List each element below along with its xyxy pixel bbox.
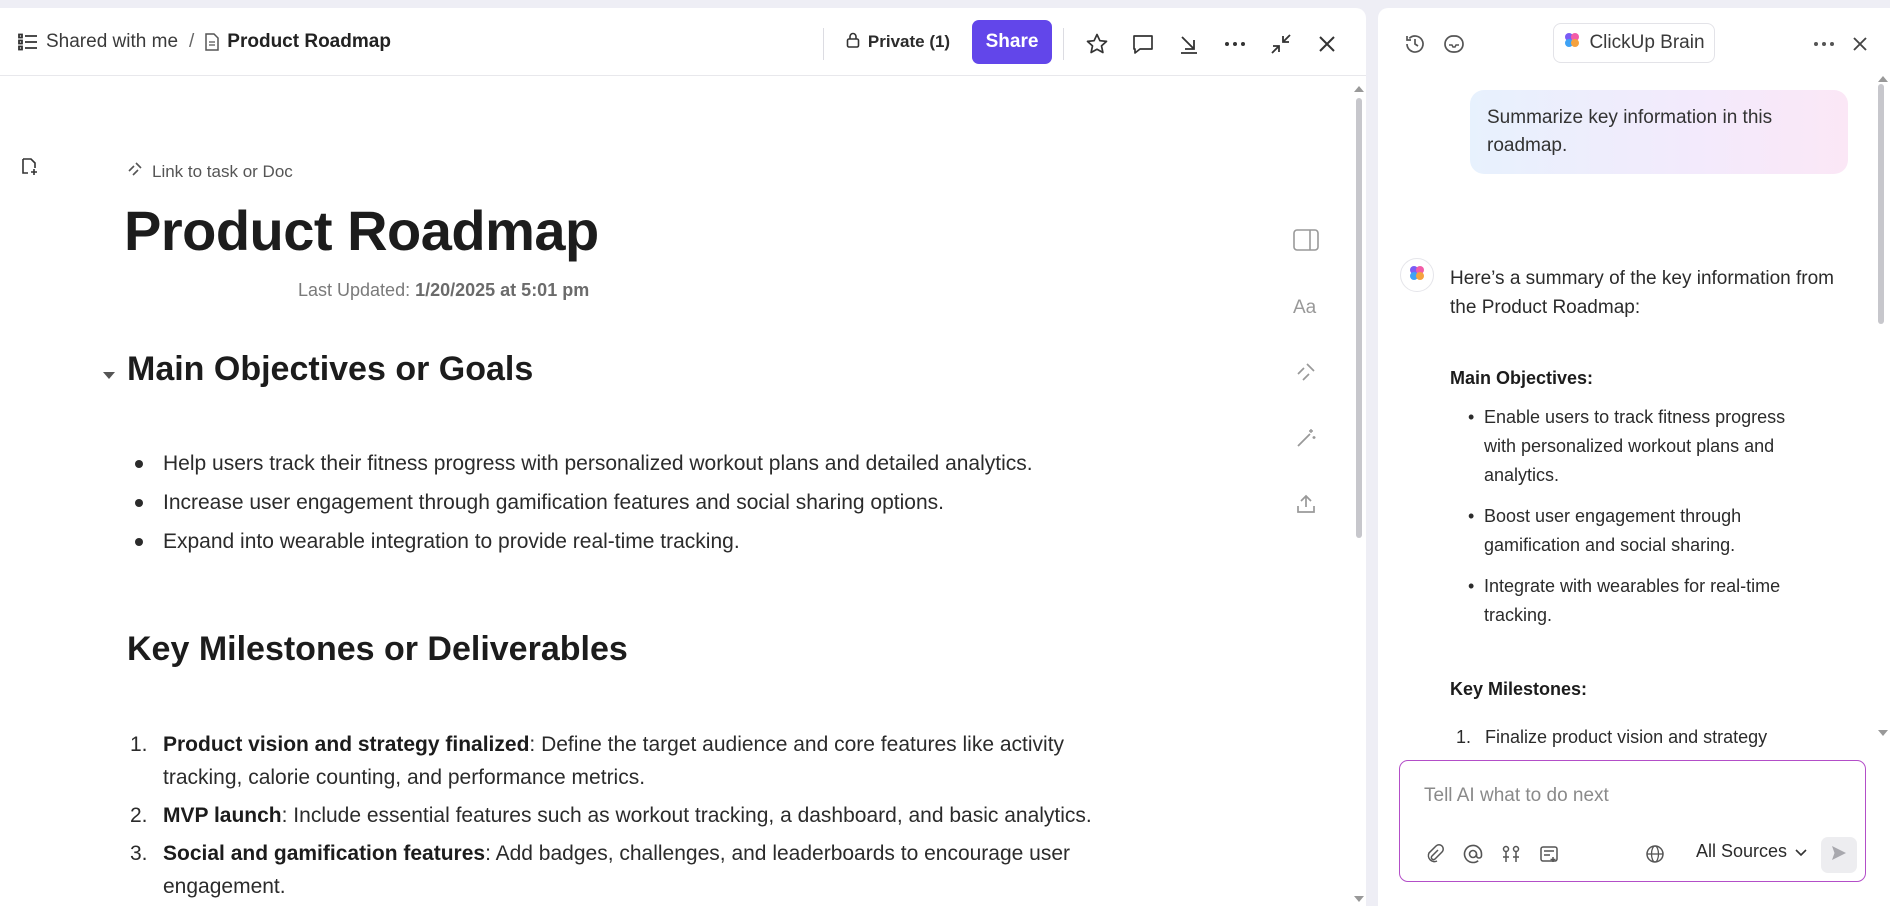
collapse-toggle-icon[interactable] [103,372,115,379]
ai-objectives-list: Enable users to track fitness progress w… [1468,403,1818,642]
more-icon[interactable] [1223,32,1247,56]
page-link-icon[interactable] [18,156,40,178]
divider [823,28,824,60]
ai-input-box: All Sources [1399,760,1866,882]
private-label: Private (1) [867,32,951,51]
upload-icon[interactable] [1292,490,1320,518]
ai-objectives-heading: Main Objectives: [1450,368,1594,388]
list-number: 2. [130,804,148,827]
ai-panel: ClickUp Brain Summarize key information … [1378,8,1890,906]
clickup-brain-badge[interactable]: ClickUp Brain [1553,23,1715,63]
list-number: 1. [130,733,148,756]
send-icon [1830,844,1848,867]
ai-avatar [1400,258,1434,292]
svg-text:Aa: Aa [1293,297,1317,317]
private-button[interactable]: Private (1) [843,20,953,64]
share-button[interactable]: Share [972,20,1052,64]
doc-title[interactable]: Product Roadmap [124,198,599,263]
attachment-icon[interactable] [1424,843,1446,865]
breadcrumb-separator: / [189,31,195,52]
last-updated: Last Updated: 1/20/2025 at 5:01 pm [298,280,589,301]
close-icon[interactable] [1848,32,1872,56]
breadcrumb-parent[interactable]: Shared with me [46,31,178,53]
ai-milestones-heading: Key Milestones: [1450,679,1588,699]
sources-label: All Sources [1696,841,1788,861]
brain-logo-icon [1563,31,1581,55]
list-item[interactable]: Expand into wearable integration to prov… [135,526,1033,565]
doc-topbar: Shared with me / Product Roadmap Private… [0,8,1366,76]
send-button[interactable] [1821,837,1857,873]
milestones-list: 1. Product vision and strategy finalized… [130,728,1130,906]
section-heading-goals[interactable]: Main Objectives or Goals [127,350,533,389]
ai-response-intro: Here’s a summary of the key information … [1450,268,1835,318]
list-item[interactable]: 3. Social and gamification features: Add… [130,837,1130,903]
last-updated-label: Last Updated: [298,280,411,300]
minimize-icon[interactable] [1269,32,1293,56]
list-item[interactable]: 2. MVP launch: Include essential feature… [130,799,1130,832]
typography-icon[interactable]: Aa [1292,292,1320,320]
mention-icon[interactable] [1462,843,1484,865]
link-to-task-button[interactable]: Link to task or Doc [126,160,293,183]
scroll-down-icon[interactable] [1354,896,1364,902]
doc-scrollbar[interactable] [1354,84,1364,906]
doc-icon [205,33,220,51]
breadcrumb-current[interactable]: Product Roadmap [227,31,391,53]
milestone-title: MVP launch [163,804,282,827]
section-heading-milestones[interactable]: Key Milestones or Deliverables [127,630,628,669]
breadcrumb: Shared with me / Product Roadmap [18,28,391,56]
lock-icon [846,32,860,53]
link-icon [126,160,144,183]
list-item: Integrate with wearables for real-time t… [1468,572,1818,630]
magic-wand-icon[interactable] [1292,424,1320,452]
tools-icon[interactable] [1500,843,1522,865]
more-icon[interactable] [1812,32,1836,56]
history-icon[interactable] [1403,32,1427,56]
globe-icon[interactable] [1644,843,1666,865]
inbox-icon[interactable] [1442,32,1466,56]
divider [1063,28,1064,60]
list-number: 3. [130,842,148,865]
side-toolbar: Aa [1292,226,1320,556]
list-item: 1. Finalize product vision and strategy [1456,723,1767,752]
list-item: Enable users to track fitness progress w… [1468,403,1818,490]
list-item[interactable]: 1. Product vision and strategy finalized… [130,728,1130,794]
close-icon[interactable] [1315,32,1339,56]
ai-prompt-input[interactable] [1424,785,1844,807]
brain-label: ClickUp Brain [1589,32,1705,53]
list-item: Boost user engagement through gamificati… [1468,502,1818,560]
list-icon [18,33,38,51]
sources-dropdown[interactable]: All Sources [1696,841,1807,862]
ai-milestone-text: Finalize product vision and strategy [1485,727,1768,747]
scroll-up-icon[interactable] [1878,76,1888,82]
ai-scrollbar-thumb[interactable] [1878,84,1884,324]
milestone-title: Social and gamification features [163,842,486,865]
relationship-icon[interactable] [1292,358,1320,386]
milestone-text: : Include essential features such as wor… [281,804,1092,827]
milestone-title: Product vision and strategy finalized [163,733,530,756]
last-updated-value: 1/20/2025 at 5:01 pm [415,280,590,300]
scroll-down-icon[interactable] [1878,730,1888,736]
goals-list: Help users track their fitness progress … [135,448,1033,565]
template-icon[interactable] [1538,843,1560,865]
list-number: 1. [1456,727,1472,747]
doc-scrollbar-thumb[interactable] [1356,98,1362,538]
link-to-task-label: Link to task or Doc [152,161,293,181]
user-message: Summarize key information in this roadma… [1470,90,1848,174]
list-item[interactable]: Increase user engagement through gamific… [135,487,1033,526]
download-icon[interactable] [1177,32,1201,56]
sidebar-toggle-icon[interactable] [1292,226,1320,254]
brain-logo-icon [1408,264,1426,287]
scroll-up-icon[interactable] [1354,86,1364,92]
comment-icon[interactable] [1131,32,1155,56]
star-icon[interactable] [1085,32,1109,56]
list-item[interactable]: Help users track their fitness progress … [135,448,1033,487]
chevron-down-icon [1795,841,1807,862]
doc-panel: Shared with me / Product Roadmap Private… [0,8,1366,906]
